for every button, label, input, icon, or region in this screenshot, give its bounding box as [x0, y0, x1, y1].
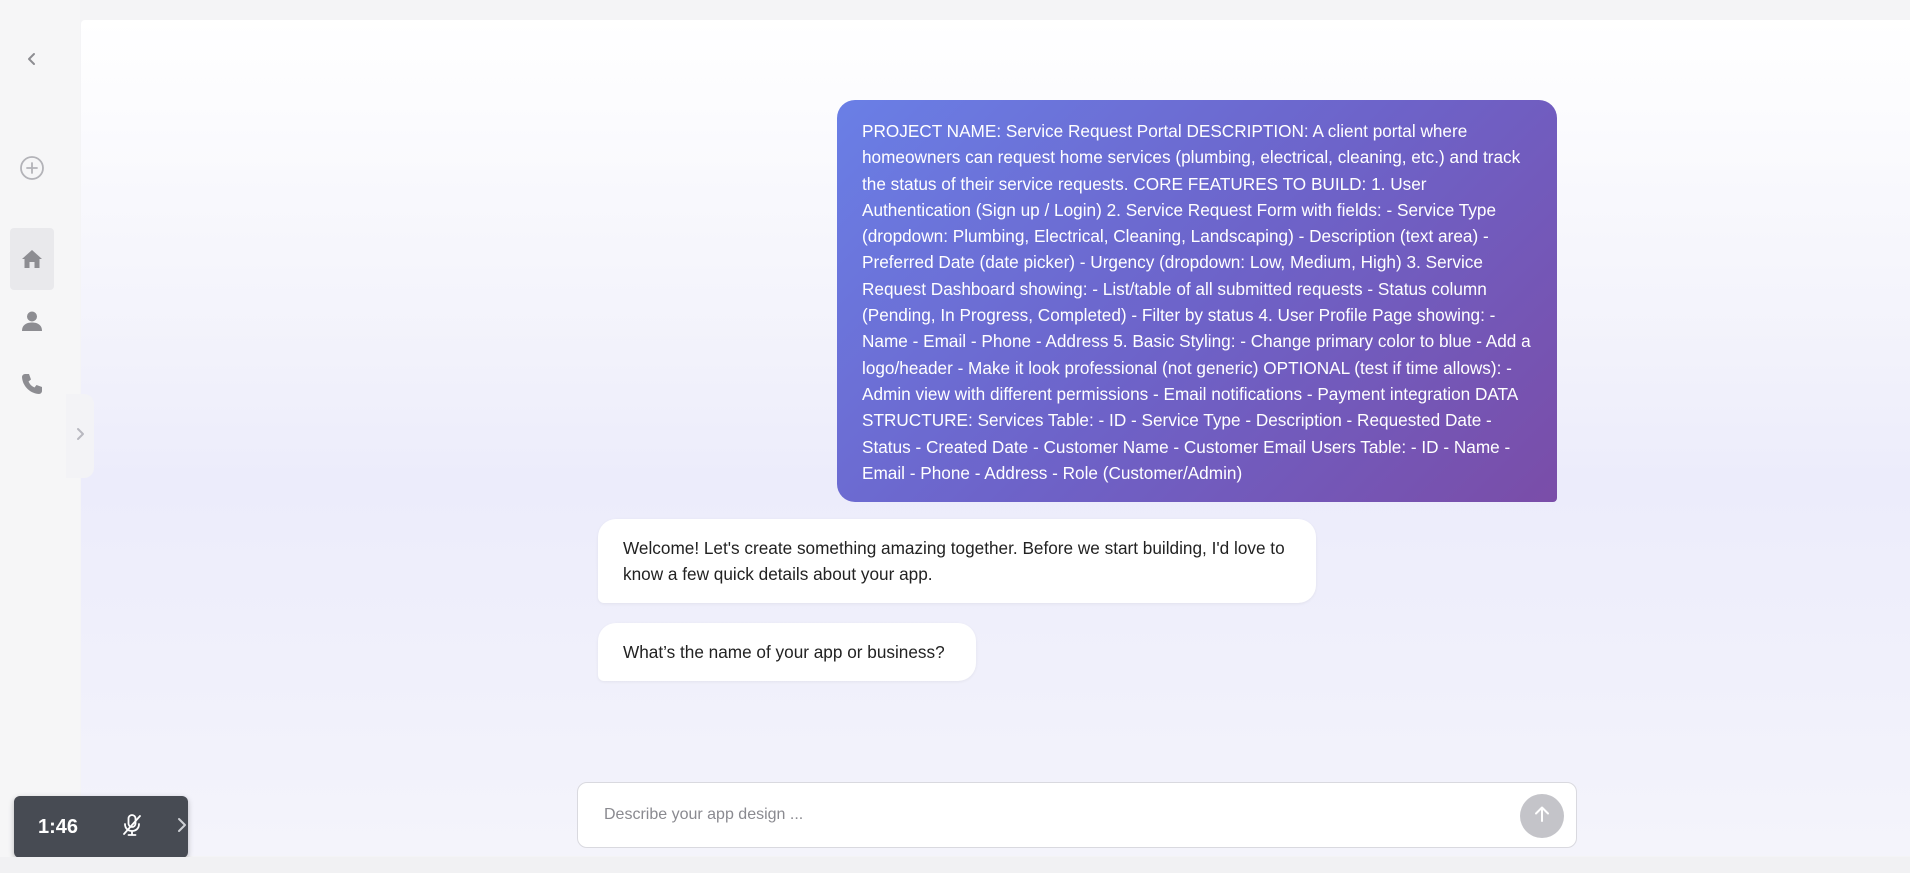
- bot-message: Welcome! Let's create something amazing …: [598, 519, 1316, 603]
- sidebar-item-contact[interactable]: [10, 362, 54, 406]
- sidebar-item-home[interactable]: [10, 228, 54, 290]
- new-project-button[interactable]: [10, 146, 54, 190]
- describe-app-input[interactable]: [602, 783, 1502, 847]
- bot-message: What’s the name of your app or business?: [598, 623, 976, 681]
- timer-display: 1:46: [38, 816, 79, 838]
- mute-microphone-button[interactable]: [116, 811, 148, 843]
- home-icon: [19, 246, 45, 272]
- user-icon: [19, 308, 45, 334]
- composer: [577, 782, 1577, 848]
- send-button[interactable]: [1520, 794, 1564, 838]
- back-button[interactable]: [10, 37, 54, 81]
- sidebar-expand-button[interactable]: [66, 394, 94, 478]
- chevron-right-icon: [176, 817, 188, 838]
- timer-expand-button[interactable]: [170, 815, 194, 839]
- phone-icon: [19, 371, 45, 397]
- chevron-left-icon: [24, 51, 40, 67]
- arrow-up-icon: [1531, 803, 1553, 830]
- user-message: PROJECT NAME: Service Request Portal DES…: [837, 100, 1557, 503]
- chevron-right-icon: [74, 427, 86, 446]
- plus-circle-icon: [19, 155, 45, 181]
- chat-area: PROJECT NAME: Service Request Portal DES…: [81, 20, 1910, 856]
- sidebar-item-profile[interactable]: [10, 299, 54, 343]
- bottom-strip: [0, 857, 1910, 873]
- recording-timer-widget: 1:46: [14, 796, 188, 858]
- mic-off-icon: [119, 812, 145, 843]
